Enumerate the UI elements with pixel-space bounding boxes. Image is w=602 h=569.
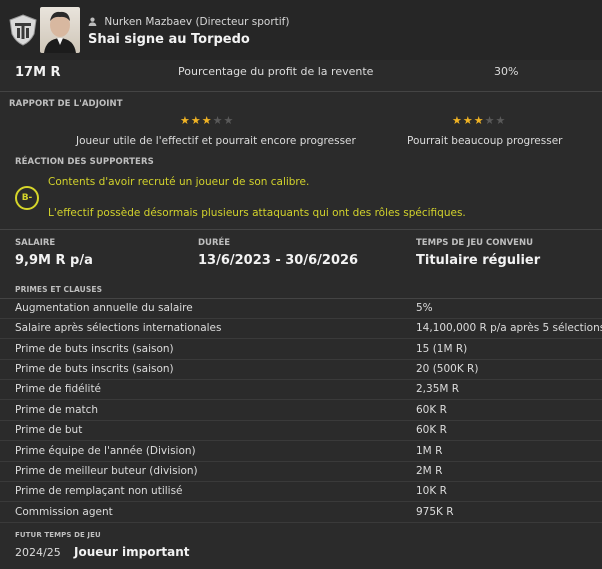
star-icon: ★ (190, 114, 202, 127)
star-icon: ★ (495, 114, 507, 127)
star-icon: ★ (201, 114, 213, 127)
future-season: 2024/25 (15, 546, 61, 559)
star-icon: ★ (452, 114, 463, 127)
clause-value: 10K R (416, 485, 447, 497)
clause-value: 2M R (416, 465, 443, 477)
current-ability-text: Joueur utile de l'effectif et pourrait e… (76, 135, 356, 147)
clause-row: Salaire après sélections internationales… (0, 319, 602, 339)
clause-label: Prime de remplaçant non utilisé (15, 485, 183, 497)
clause-row: Prime de but 60K R (0, 421, 602, 441)
current-ability-stars: ★★★★★ (180, 114, 234, 127)
clause-label: Commission agent (15, 506, 113, 518)
future-playing-time-label: FUTUR TEMPS DE JEU (15, 531, 101, 539)
clause-label: Salaire après sélections internationales (15, 322, 222, 334)
clause-value: 60K R (416, 404, 447, 416)
divider (0, 229, 602, 230)
transfer-fee-amount: 17M R (15, 65, 61, 80)
clause-row: Prime de meilleur buteur (division) 2M R (0, 462, 602, 482)
salary-label: SALAIRE (15, 238, 56, 248)
clause-value: 5% (416, 302, 433, 314)
transfer-fee-row: 17M R Pourcentage du profit de la revent… (0, 60, 602, 92)
potential-ability-stars: ★★★★★ (452, 114, 506, 127)
sender-role: (Directeur sportif) (195, 16, 290, 28)
future-role: Joueur important (74, 545, 190, 559)
clauses-label: PRIMES ET CLAUSES (15, 285, 103, 294)
playing-time-value: Titulaire régulier (416, 253, 541, 268)
star-icon: ★ (180, 114, 191, 127)
sell-on-value: 30% (494, 65, 519, 78)
supporters-reaction-label: RÉACTION DES SUPPORTERS (15, 157, 154, 167)
news-headline: Shai signe au Torpedo (88, 32, 250, 47)
star-icon: ★ (212, 114, 224, 127)
clause-value: 1M R (416, 445, 443, 457)
sender-line: Nurken Mazbaev (Directeur sportif) (88, 16, 289, 29)
salary-value: 9,9M R p/a (15, 253, 93, 268)
clause-row: Prime de buts inscrits (saison) 15 (1M R… (0, 340, 602, 360)
clause-label: Prime de fidélité (15, 383, 102, 395)
clause-row: Prime équipe de l'année (Division) 1M R (0, 442, 602, 462)
clause-label: Prime de match (15, 404, 99, 416)
clause-label: Prime de buts inscrits (saison) (15, 363, 174, 375)
person-icon (88, 17, 97, 29)
clause-label: Prime de meilleur buteur (division) (15, 465, 198, 477)
clause-row: Prime de remplaçant non utilisé 10K R (0, 482, 602, 502)
potential-ability-text: Pourrait beaucoup progresser (407, 135, 563, 147)
news-header: Nurken Mazbaev (Directeur sportif) Shai … (0, 0, 602, 60)
clause-value: 14,100,000 R p/a après 5 sélections (416, 322, 602, 334)
clause-row: Augmentation annuelle du salaire 5% (0, 299, 602, 319)
star-icon: ★ (484, 114, 496, 127)
supporter-grade-badge: B- (15, 186, 39, 210)
clause-value: 975K R (416, 506, 454, 518)
clause-value: 2,35M R (416, 383, 460, 395)
clause-label: Prime équipe de l'année (Division) (15, 445, 196, 457)
playing-time-label: TEMPS DE JEU CONVENU (416, 238, 534, 248)
clause-row: Commission agent 975K R (0, 503, 602, 523)
clause-value: 15 (1M R) (416, 343, 468, 355)
clause-value: 60K R (416, 424, 447, 436)
duration-value: 13/6/2023 - 30/6/2026 (198, 253, 359, 268)
clause-row: Prime de match 60K R (0, 401, 602, 421)
clause-value: 20 (500K R) (416, 363, 479, 375)
clause-label: Augmentation annuelle du salaire (15, 302, 193, 314)
sender-name[interactable]: Nurken Mazbaev (104, 16, 192, 28)
sender-avatar[interactable] (40, 7, 80, 53)
clause-row: Prime de buts inscrits (saison) 20 (500K… (0, 360, 602, 380)
duration-label: DURÉE (198, 238, 231, 248)
assistant-report-label: RAPPORT DE L'ADJOINT (9, 99, 123, 109)
star-icon: ★ (462, 114, 474, 127)
star-icon: ★ (473, 114, 485, 127)
star-icon: ★ (223, 114, 235, 127)
sell-on-label: Pourcentage du profit de la revente (178, 65, 374, 78)
supporter-reaction-line: L'effectif possède désormais plusieurs a… (48, 207, 466, 219)
clause-row: Prime de fidélité 2,35M R (0, 380, 602, 400)
supporter-reaction-line: Contents d'avoir recruté un joueur de so… (48, 176, 310, 188)
clause-label: Prime de but (15, 424, 83, 436)
clause-label: Prime de buts inscrits (saison) (15, 343, 174, 355)
club-crest-icon[interactable] (8, 14, 38, 46)
